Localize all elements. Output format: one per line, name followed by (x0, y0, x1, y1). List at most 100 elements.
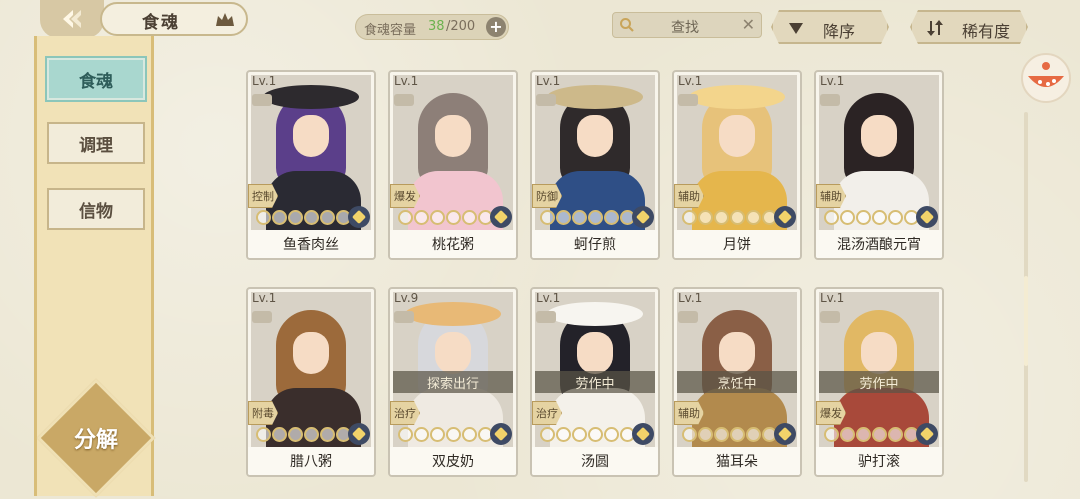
clear-search-button[interactable]: ✕ (742, 15, 755, 34)
status-banner: 烹饪中 (677, 371, 797, 393)
rarity-icon (348, 423, 370, 445)
star-icon (572, 427, 587, 442)
level-label: Lv.1 (678, 291, 703, 305)
star-icon (682, 427, 697, 442)
role-tag: 治疗 (532, 401, 562, 425)
decompose-button[interactable]: 分解 (54, 396, 138, 480)
food-soul-card[interactable]: Lv.1 爆发 桃花粥 (388, 70, 518, 260)
skill-badge-icon (536, 94, 556, 106)
rarity-filter-label: 稀有度 (962, 22, 1011, 41)
star-icon (746, 210, 761, 225)
search-input[interactable]: 查找 ✕ (612, 12, 762, 38)
rarity-icon (348, 206, 370, 228)
skill-badge-icon (252, 94, 272, 106)
star-icon (840, 210, 855, 225)
skill-badge-icon (252, 311, 272, 323)
star-icon (446, 427, 461, 442)
role-tag: 防御 (532, 184, 562, 208)
role-tag: 附毒 (248, 401, 278, 425)
role-tag: 辅助 (816, 184, 846, 208)
star-icon (856, 210, 871, 225)
star-icon (698, 210, 713, 225)
star-icon (556, 427, 571, 442)
food-soul-card[interactable]: Lv.1 辅助 混汤酒酿元宵 (814, 70, 944, 260)
sort-arrows-icon (926, 19, 944, 37)
star-icon (730, 427, 745, 442)
character-name: 腊八粥 (248, 447, 374, 475)
food-soul-card[interactable]: Lv.1 辅助 月饼 (672, 70, 802, 260)
status-banner: 劳作中 (535, 371, 655, 393)
food-soul-card[interactable]: Lv.1 辅助 烹饪中 猫耳朵 (672, 287, 802, 477)
back-button[interactable] (40, 0, 104, 38)
star-icon (604, 210, 619, 225)
character-name: 汤圆 (532, 447, 658, 475)
star-icon (462, 210, 477, 225)
star-icon (256, 427, 271, 442)
bowl-icon[interactable] (1016, 52, 1076, 104)
food-soul-card[interactable]: Lv.1 治疗 劳作中 汤圆 (530, 287, 660, 477)
food-soul-card[interactable]: Lv.1 附毒 腊八粥 (246, 287, 376, 477)
star-rating (682, 427, 777, 443)
search-icon (620, 18, 634, 32)
search-text: 查找 (671, 20, 699, 36)
star-icon (414, 427, 429, 442)
skill-badge-icon (394, 94, 414, 106)
skill-badge-icon (536, 311, 556, 323)
star-icon (824, 210, 839, 225)
star-icon (462, 427, 477, 442)
star-icon (888, 427, 903, 442)
top-bar: 食魂 食魂容量 38 /200 + 查找 ✕ 降序 稀有度 (0, 0, 1080, 44)
star-icon (872, 427, 887, 442)
sidebar-item-food-soul[interactable]: 食魂 (47, 58, 145, 100)
sort-order-button[interactable]: 降序 (771, 10, 889, 44)
star-rating (398, 427, 493, 443)
star-icon (540, 210, 555, 225)
character-name: 桃花粥 (390, 230, 516, 258)
sidebar-item-tokens[interactable]: 信物 (47, 188, 145, 230)
page-title-tab: 食魂 (100, 2, 248, 36)
star-icon (430, 210, 445, 225)
add-capacity-button[interactable]: + (486, 17, 506, 37)
scrollbar-thumb[interactable] (1024, 276, 1028, 366)
role-tag: 控制 (248, 184, 278, 208)
level-label: Lv.1 (252, 74, 277, 88)
food-soul-card[interactable]: Lv.1 爆发 劳作中 驴打滚 (814, 287, 944, 477)
sidebar-item-conditioning[interactable]: 调理 (47, 122, 145, 164)
star-rating (540, 427, 635, 443)
star-icon (398, 210, 413, 225)
skill-badge-icon (820, 311, 840, 323)
level-label: Lv.1 (820, 291, 845, 305)
food-soul-card[interactable]: Lv.1 防御 蚵仔煎 (530, 70, 660, 260)
back-arrow-icon (63, 10, 81, 28)
character-name: 鱼香肉丝 (248, 230, 374, 258)
star-icon (288, 210, 303, 225)
character-name: 驴打滚 (816, 447, 942, 475)
level-label: Lv.9 (394, 291, 419, 305)
food-soul-card[interactable]: Lv.9 治疗 探索出行 双皮奶 (388, 287, 518, 477)
star-icon (714, 210, 729, 225)
star-icon (588, 427, 603, 442)
star-icon (304, 427, 319, 442)
star-rating (540, 210, 635, 226)
food-soul-card[interactable]: Lv.1 控制鱼香肉丝 (246, 70, 376, 260)
star-icon (572, 210, 587, 225)
star-icon (888, 210, 903, 225)
star-icon (304, 210, 319, 225)
sort-down-icon (787, 19, 805, 37)
rarity-icon (632, 206, 654, 228)
skill-badge-icon (820, 94, 840, 106)
star-rating (824, 427, 919, 443)
star-icon (698, 427, 713, 442)
star-icon (588, 210, 603, 225)
crown-icon (216, 13, 234, 26)
rarity-icon (774, 423, 796, 445)
rarity-filter-button[interactable]: 稀有度 (910, 10, 1028, 44)
star-icon (256, 210, 271, 225)
level-label: Lv.1 (678, 74, 703, 88)
star-icon (320, 427, 335, 442)
star-icon (682, 210, 697, 225)
star-icon (840, 427, 855, 442)
rarity-icon (916, 423, 938, 445)
capacity-max: /200 (446, 19, 476, 34)
level-label: Lv.1 (536, 74, 561, 88)
